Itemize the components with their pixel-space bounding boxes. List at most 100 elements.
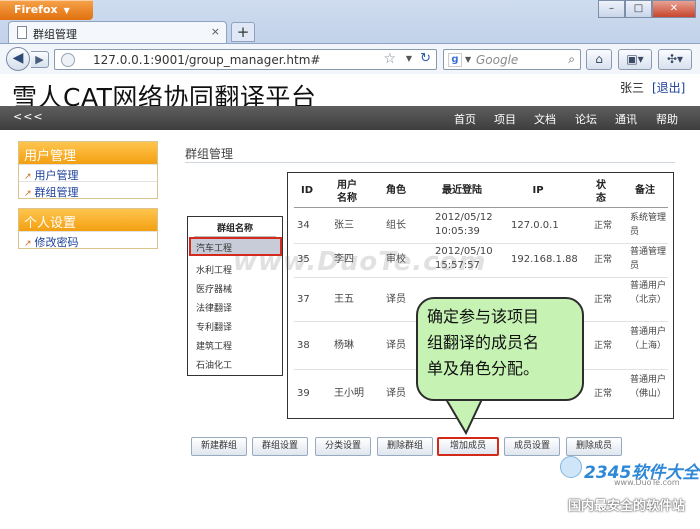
- minimize-icon[interactable]: –: [598, 0, 625, 18]
- sidebar-heading-personal-settings: 个人设置: [19, 209, 157, 231]
- top-navigation: <<< 首页 项目 文档 论坛 通讯 帮助: [0, 106, 700, 130]
- add-member-button[interactable]: 增加成员: [437, 437, 499, 456]
- group-item[interactable]: 建筑工程: [196, 339, 232, 352]
- search-placeholder[interactable]: Google: [476, 53, 518, 67]
- nav-item-projects[interactable]: 项目: [494, 111, 516, 127]
- cell-role: 译员: [386, 294, 406, 305]
- sidebar-item-change-password[interactable]: ↗ 修改密码: [19, 231, 157, 249]
- watermark-url: www.DuoTe.com: [614, 478, 680, 487]
- external-link-icon: ↗: [24, 239, 32, 249]
- new-group-button[interactable]: 新建群组: [191, 437, 247, 456]
- cell-name: 张三: [334, 220, 354, 231]
- nav-item-home[interactable]: 首页: [454, 111, 476, 127]
- google-icon[interactable]: g: [448, 53, 462, 67]
- group-item[interactable]: 水利工程: [196, 263, 232, 276]
- new-tab-button[interactable]: +: [231, 22, 255, 42]
- category-settings-button[interactable]: 分类设置: [315, 437, 371, 456]
- group-item[interactable]: 石油化工: [196, 358, 232, 371]
- title-divider: [185, 162, 675, 163]
- cell-id: 37: [297, 294, 310, 305]
- row-divider: [294, 243, 668, 244]
- watermark-text: www.DuoTe.com: [233, 247, 487, 277]
- group-settings-button[interactable]: 群组设置: [252, 437, 308, 456]
- nav-item-forum[interactable]: 论坛: [575, 111, 597, 127]
- caret-down-icon: ▼: [63, 6, 70, 15]
- delete-group-button[interactable]: 删除群组: [377, 437, 433, 456]
- home-icon[interactable]: ⌂: [586, 49, 612, 70]
- reload-icon[interactable]: ↻: [420, 51, 431, 66]
- cell-role: 译员: [386, 388, 406, 399]
- url-text[interactable]: 127.0.0.1:9001/group_manager.htm#: [93, 53, 320, 67]
- addon-puzzle-icon[interactable]: ✣▾: [658, 49, 692, 70]
- nav-item-documents[interactable]: 文档: [534, 111, 556, 127]
- sidebar-user-management: 用户管理 ↗ 用户管理 ↗ 群组管理: [18, 141, 158, 199]
- group-item[interactable]: 医疗器械: [196, 282, 232, 295]
- member-settings-button[interactable]: 成员设置: [504, 437, 560, 456]
- watermark-slogan: 国内最安全的软件站: [568, 499, 686, 514]
- cell-name: 王五: [334, 294, 354, 305]
- cell-ip: 127.0.0.1: [511, 220, 559, 231]
- snowman-logo-icon: [560, 456, 582, 478]
- bookmarks-menu-icon[interactable]: ▣▾: [618, 49, 652, 70]
- search-engine-dropdown-icon[interactable]: ▼: [465, 55, 471, 64]
- annotation-callout: 确定参与该项目 组翻译的成员名 单及角色分配。: [416, 297, 584, 401]
- cell-status: 正常: [594, 221, 613, 231]
- back-arrow-icon[interactable]: ◀: [6, 47, 30, 71]
- tab-title: 群组管理: [33, 28, 77, 41]
- cell-name: 杨琳: [334, 340, 354, 351]
- callout-line: 单及角色分配。: [427, 359, 540, 378]
- callout-line: 组翻译的成员名: [427, 333, 540, 352]
- cell-note: 普通管理员: [630, 247, 667, 271]
- header-divider: [294, 207, 668, 208]
- logout-link[interactable]: [退出]: [652, 79, 685, 96]
- forward-arrow-icon[interactable]: ▶: [31, 51, 49, 68]
- history-dropdown-icon[interactable]: ▼: [406, 54, 412, 63]
- browser-tab[interactable]: 群组管理 ×: [8, 21, 227, 43]
- search-bar[interactable]: g ▼ Google ⌕: [443, 49, 581, 70]
- search-icon[interactable]: ⌕: [568, 52, 575, 67]
- cell-status: 正常: [594, 255, 613, 265]
- column-header-note: 备注: [635, 185, 655, 196]
- cell-status: 正常: [594, 295, 613, 305]
- sidebar-item-user-management[interactable]: ↗ 用户管理: [19, 164, 157, 182]
- column-header-role: 角色: [386, 185, 406, 196]
- cell-role: 组长: [386, 220, 406, 231]
- close-window-icon[interactable]: ✕: [652, 0, 696, 18]
- column-header-username: 用户名称: [337, 180, 357, 204]
- current-user-name: 张三: [620, 81, 645, 95]
- group-item[interactable]: 法律翻译: [196, 301, 232, 314]
- nav-item-help[interactable]: 帮助: [656, 111, 678, 127]
- globe-icon: [61, 53, 75, 67]
- cell-note: 普通用户（北京）: [630, 281, 667, 305]
- sidebar-heading-user-management: 用户管理: [19, 142, 157, 164]
- callout-pointer: [444, 399, 484, 435]
- nav-item-messaging[interactable]: 通讯: [615, 111, 637, 127]
- cell-status: 正常: [594, 389, 613, 399]
- sidebar-item-group-management[interactable]: ↗ 群组管理: [19, 181, 157, 199]
- delete-member-button[interactable]: 删除成员: [566, 437, 622, 456]
- group-item[interactable]: 专利翻译: [196, 320, 232, 333]
- collapse-sidebar-button[interactable]: <<<: [13, 110, 44, 123]
- cell-status: 正常: [594, 341, 613, 351]
- page-title: 群组管理: [185, 147, 234, 161]
- firefox-label: Firefox: [14, 3, 58, 16]
- cell-id: 39: [297, 388, 310, 399]
- cell-last-login: 2012/05/12 10:05:39: [435, 212, 493, 237]
- cell-id: 34: [297, 220, 310, 231]
- external-link-icon: ↗: [24, 172, 32, 182]
- callout-line: 确定参与该项目: [427, 307, 540, 326]
- group-list-header: 群组名称: [216, 224, 253, 234]
- tab-close-icon[interactable]: ×: [211, 25, 220, 38]
- url-bar[interactable]: 127.0.0.1:9001/group_manager.htm# ☆ ▼ ↻: [54, 49, 437, 70]
- row-divider: [294, 277, 668, 278]
- sidebar-item-label: 群组管理: [34, 186, 79, 199]
- column-header-status: 状态: [596, 180, 606, 204]
- firefox-menu-button[interactable]: Firefox ▼: [0, 0, 93, 20]
- window-controls: – □ ✕: [598, 0, 696, 18]
- bookmark-star-icon[interactable]: ☆: [383, 51, 396, 67]
- external-link-icon: ↗: [24, 189, 32, 199]
- sidebar-item-label: 修改密码: [34, 236, 79, 249]
- sidebar-item-label: 用户管理: [34, 169, 79, 182]
- cell-name: 王小明: [334, 388, 364, 399]
- maximize-icon[interactable]: □: [625, 0, 652, 18]
